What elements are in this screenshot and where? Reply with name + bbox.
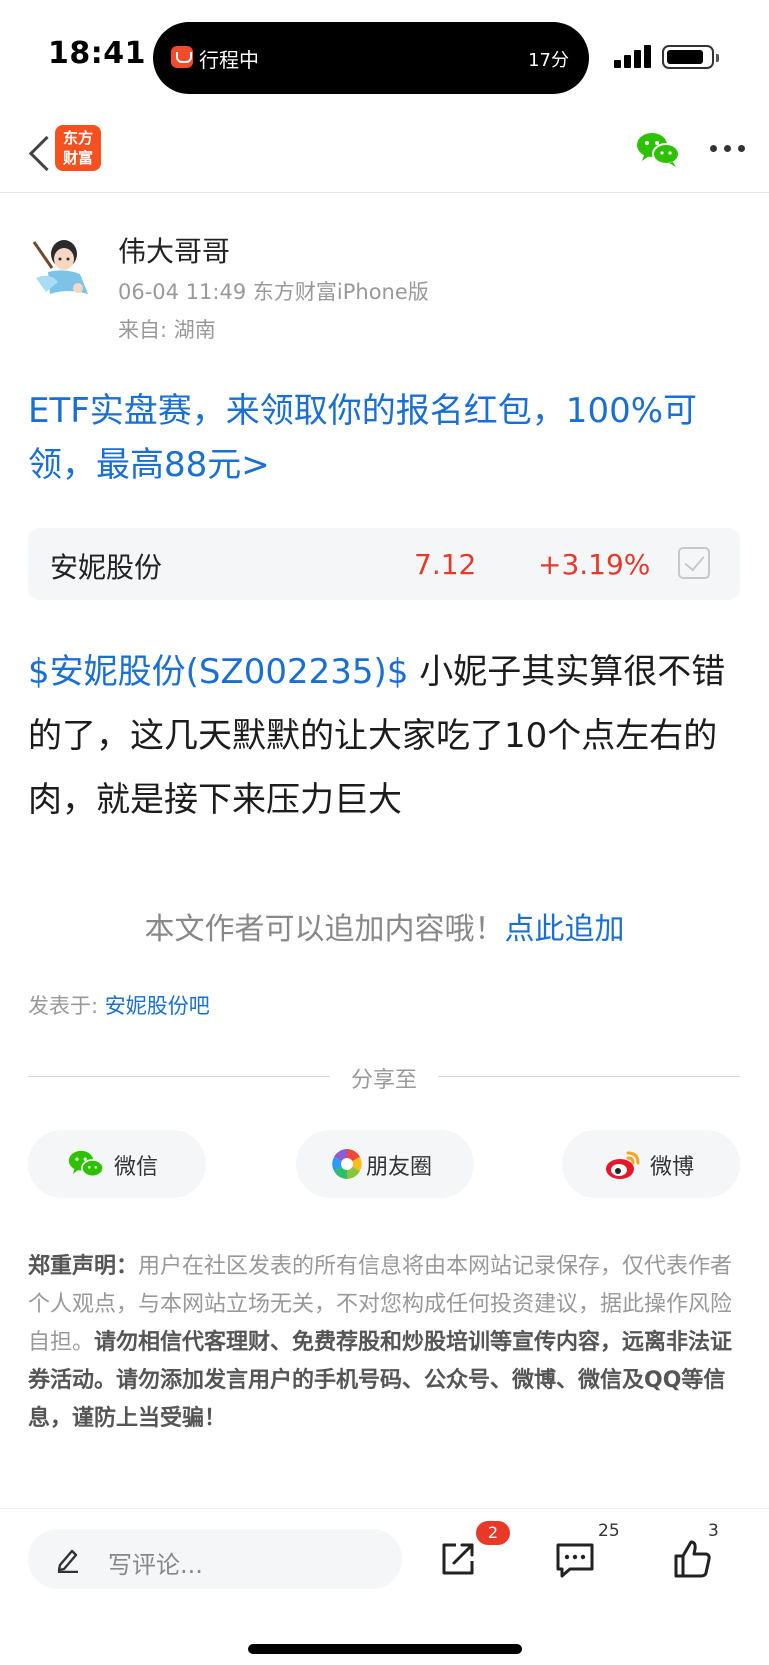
add-watchlist-check-icon[interactable] — [678, 547, 710, 579]
stock-card[interactable]: 安妮股份 7.12 +3.19% — [28, 528, 740, 600]
more-options-icon[interactable] — [710, 145, 746, 155]
activity-label: 行程中 — [199, 48, 259, 72]
stock-name: 安妮股份 — [50, 551, 163, 584]
stock-tag-link[interactable]: $安妮股份(SZ002235)$ — [28, 652, 408, 692]
logo-line-1: 东方 — [62, 129, 93, 147]
disclaimer-warning: 请勿相信代客理财、免费荐股和炒股培训等宣传内容，远离非法证券活动。请勿添加发言用… — [28, 1330, 733, 1431]
share-count-badge: 2 — [476, 1521, 510, 1545]
author-name[interactable]: 伟大哥哥 — [118, 230, 230, 270]
stock-price: 7.12 — [414, 548, 477, 581]
status-bar: 18:41 行程中 17分 — [0, 0, 769, 110]
pencil-icon — [54, 1545, 82, 1574]
comment-placeholder: 写评论... — [108, 1551, 203, 1579]
thumbs-up-icon — [674, 1540, 711, 1578]
comment-icon — [556, 1543, 594, 1578]
post-meta: 06-04 11:49 东方财富iPhone版 — [118, 280, 429, 304]
eastmoney-logo: 东方 财富 — [55, 125, 101, 171]
posted-in: 发表于: 安妮股份吧 — [28, 990, 210, 1020]
wechat-icon — [68, 1147, 104, 1181]
share-divider: 分享至 — [28, 1062, 740, 1093]
home-indicator — [248, 1644, 522, 1654]
like-count: 3 — [708, 1521, 719, 1541]
dynamic-island[interactable]: 行程中 17分 — [153, 22, 589, 94]
comment-count: 25 — [598, 1521, 620, 1541]
stock-change: +3.19% — [538, 548, 651, 581]
share-title: 分享至 — [350, 1068, 417, 1093]
ride-app-icon — [171, 46, 193, 68]
wechat-share-icon[interactable] — [636, 129, 680, 169]
share-weibo-button[interactable]: 微博 — [562, 1130, 740, 1198]
status-time: 18:41 — [48, 36, 146, 71]
battery-icon — [662, 45, 719, 69]
activity-eta: 17分 — [528, 50, 569, 71]
forum-link[interactable]: 安妮股份吧 — [105, 994, 210, 1018]
post-location: 来自: 湖南 — [118, 318, 216, 342]
disclaimer: 郑重声明：用户在社区发表的所有信息将由本网站记录保存，仅代表作者个人观点，与本网… — [28, 1248, 744, 1438]
append-hint: 本文作者可以追加内容哦！ — [144, 912, 505, 947]
share-weibo-label: 微博 — [650, 1155, 695, 1180]
avatar[interactable] — [28, 232, 96, 300]
cellular-signal-icon — [614, 44, 652, 68]
comment-action-button[interactable] — [546, 1529, 606, 1589]
comment-input[interactable]: 写评论... — [28, 1529, 402, 1589]
disclaimer-title: 郑重声明： — [28, 1254, 139, 1279]
share-moments-label: 朋友圈 — [366, 1155, 433, 1180]
share-wechat-button[interactable]: 微信 — [28, 1130, 206, 1198]
append-link[interactable]: 点此追加 — [505, 912, 625, 947]
weibo-icon — [604, 1147, 640, 1181]
share-wechat-label: 微信 — [114, 1155, 159, 1180]
promo-link[interactable]: ETF实盘赛，来领取你的报名红包，100%可领，最高88元> — [28, 384, 728, 492]
nav-bar: 东方 财富 — [0, 115, 769, 193]
back-icon[interactable] — [22, 131, 58, 171]
bottom-action-bar: 写评论... 2 25 3 — [0, 1508, 769, 1665]
logo-line-2: 财富 — [62, 149, 93, 167]
post-body: $安妮股份(SZ002235)$ 小妮子其实算很不错的了，这几天默默的让大家吃了… — [28, 640, 740, 832]
share-out-icon — [442, 1543, 474, 1575]
append-hint-row: 本文作者可以追加内容哦！点此追加 — [0, 904, 769, 948]
moments-icon — [330, 1147, 366, 1181]
posted-in-label: 发表于: — [28, 994, 105, 1018]
share-moments-button[interactable]: 朋友圈 — [296, 1130, 474, 1198]
